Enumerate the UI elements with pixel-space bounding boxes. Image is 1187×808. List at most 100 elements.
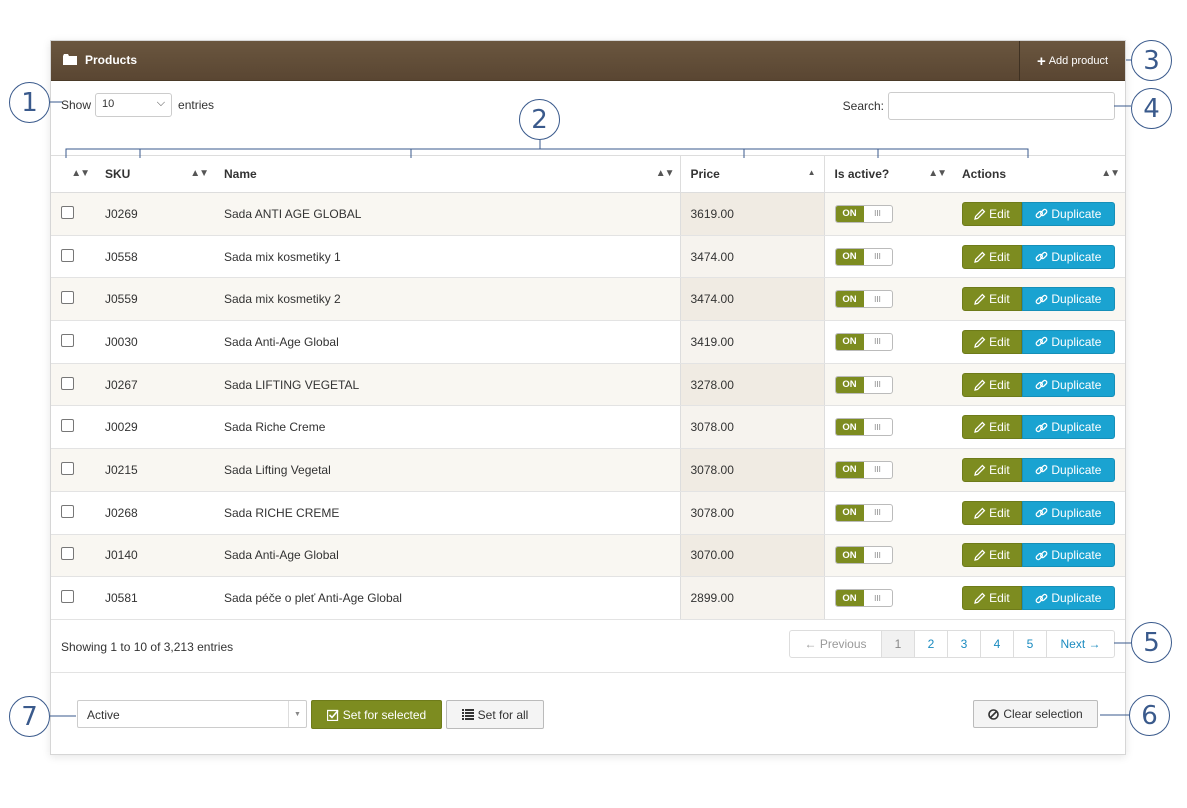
duplicate-button[interactable]: Duplicate bbox=[1021, 415, 1115, 440]
plus-icon: + bbox=[1036, 52, 1046, 70]
active-toggle[interactable]: ON III bbox=[834, 460, 893, 479]
toggle-on-label: ON bbox=[835, 590, 864, 607]
page-button-3[interactable]: 3 bbox=[947, 631, 980, 657]
sku-cell: J0581 bbox=[95, 576, 214, 620]
dropdown-arrow-icon: ▼ bbox=[288, 701, 306, 727]
sku-cell: J0268 bbox=[95, 491, 214, 535]
clear-selection-button[interactable]: Clear selection bbox=[973, 700, 1098, 728]
pencil-icon bbox=[974, 251, 986, 263]
duplicate-button[interactable]: Duplicate bbox=[1021, 287, 1115, 312]
active-toggle[interactable]: ON III bbox=[834, 546, 893, 565]
duplicate-button[interactable]: Duplicate bbox=[1021, 500, 1115, 525]
column-header-actions[interactable]: Actions ▲▼ bbox=[952, 155, 1125, 193]
row-checkbox[interactable] bbox=[61, 376, 74, 390]
duplicate-button[interactable]: Duplicate bbox=[1021, 329, 1115, 354]
pencil-icon bbox=[974, 592, 986, 604]
actions-cell: Edit Duplicate bbox=[952, 405, 1125, 450]
page-length-value: 10 bbox=[102, 98, 115, 110]
active-toggle[interactable]: ON III bbox=[834, 332, 893, 351]
active-toggle[interactable]: ON III bbox=[834, 418, 893, 437]
active-cell: ON III bbox=[824, 277, 952, 322]
link-icon bbox=[1035, 550, 1048, 561]
row-checkbox[interactable] bbox=[61, 547, 74, 561]
table-row: J0559 Sada mix kosmetiky 2 3474.00 ON III Edi… bbox=[51, 277, 1125, 322]
row-checkbox[interactable] bbox=[61, 590, 74, 604]
edit-button[interactable]: Edit bbox=[962, 543, 1022, 568]
edit-label: Edit bbox=[989, 377, 1010, 392]
search-label: Search: bbox=[842, 99, 884, 113]
next-page-button[interactable]: Next → bbox=[1046, 631, 1114, 657]
column-header-name[interactable]: Name ▲▼ bbox=[214, 155, 680, 193]
page-button-4[interactable]: 4 bbox=[980, 631, 1013, 657]
row-checkbox[interactable] bbox=[61, 419, 74, 433]
pencil-icon bbox=[974, 293, 986, 306]
name-cell: Sada mix kosmetiky 1 bbox=[214, 235, 680, 279]
duplicate-button[interactable]: Duplicate bbox=[1021, 457, 1115, 482]
duplicate-button[interactable]: Duplicate bbox=[1021, 586, 1115, 611]
edit-button[interactable]: Edit bbox=[962, 287, 1022, 312]
column-header-sku[interactable]: SKU ▲▼ bbox=[95, 155, 214, 193]
sku-cell: J0029 bbox=[95, 405, 214, 450]
page-button-2[interactable]: 2 bbox=[914, 631, 947, 657]
duplicate-button[interactable]: Duplicate bbox=[1021, 372, 1115, 397]
duplicate-label: Duplicate bbox=[1051, 462, 1102, 477]
active-toggle[interactable]: ON III bbox=[834, 375, 893, 394]
select-cell bbox=[51, 448, 95, 492]
sku-cell: J0267 bbox=[95, 363, 214, 407]
active-toggle[interactable]: ON III bbox=[834, 589, 893, 608]
set-for-all-button[interactable]: Set for all bbox=[446, 700, 544, 729]
folder-icon bbox=[63, 54, 77, 65]
row-checkbox[interactable] bbox=[61, 504, 74, 518]
name-cell: Sada Anti-Age Global bbox=[214, 534, 680, 578]
active-toggle[interactable]: ON III bbox=[834, 204, 893, 223]
duplicate-label: Duplicate bbox=[1051, 249, 1102, 264]
table-row: J0267 Sada LIFTING VEGETAL 3278.00 ON III Edi… bbox=[51, 363, 1125, 407]
sort-icon: ▲▼ bbox=[1101, 168, 1120, 179]
edit-label: Edit bbox=[989, 292, 1010, 307]
edit-button[interactable]: Edit bbox=[962, 201, 1022, 226]
row-checkbox[interactable] bbox=[61, 205, 74, 219]
select-cell bbox=[51, 192, 95, 236]
checkbox-checked-icon bbox=[326, 709, 339, 721]
search-input[interactable] bbox=[888, 92, 1115, 120]
pencil-icon bbox=[974, 336, 986, 348]
pencil-icon bbox=[974, 379, 986, 391]
sort-icon: ▲▼ bbox=[928, 168, 947, 179]
edit-button[interactable]: Edit bbox=[962, 244, 1022, 269]
active-toggle[interactable]: ON III bbox=[834, 290, 893, 309]
table-header-row: ▲▼ SKU ▲▼ Name ▲▼ Price ▲ Is active? ▲▼ Acti… bbox=[51, 155, 1125, 193]
page-button-5[interactable]: 5 bbox=[1013, 631, 1046, 657]
column-header-price[interactable]: Price ▲ bbox=[679, 155, 825, 193]
link-icon bbox=[1035, 593, 1048, 603]
active-toggle[interactable]: ON III bbox=[834, 503, 893, 522]
price-cell: 3070.00 bbox=[679, 534, 825, 578]
row-checkbox[interactable] bbox=[61, 333, 74, 347]
set-for-selected-button[interactable]: Set for selected bbox=[311, 700, 442, 729]
edit-button[interactable]: Edit bbox=[962, 457, 1022, 482]
duplicate-button[interactable]: Duplicate bbox=[1021, 244, 1115, 269]
duplicate-button[interactable]: Duplicate bbox=[1021, 201, 1115, 226]
row-checkbox[interactable] bbox=[61, 248, 74, 262]
previous-page-button[interactable]: ← Previous bbox=[790, 631, 881, 657]
add-product-button[interactable]: + Add product bbox=[1019, 41, 1125, 81]
page-button-1[interactable]: 1 bbox=[881, 631, 914, 657]
bulk-status-select[interactable]: Active ▼ bbox=[77, 700, 307, 728]
column-header-is-active[interactable]: Is active? ▲▼ bbox=[824, 155, 952, 193]
edit-button[interactable]: Edit bbox=[962, 415, 1022, 440]
row-checkbox[interactable] bbox=[61, 291, 74, 305]
toggle-on-label: ON bbox=[835, 333, 864, 350]
price-cell: 3619.00 bbox=[679, 192, 825, 236]
edit-button[interactable]: Edit bbox=[962, 329, 1022, 354]
toggle-grip-icon: III bbox=[874, 380, 881, 390]
price-cell: 3474.00 bbox=[679, 235, 825, 279]
duplicate-label: Duplicate bbox=[1051, 420, 1102, 435]
column-header-select[interactable]: ▲▼ bbox=[51, 155, 95, 193]
active-toggle[interactable]: ON III bbox=[834, 247, 893, 266]
page-length-select[interactable]: 10 ⌵ bbox=[95, 93, 173, 117]
edit-button[interactable]: Edit bbox=[962, 372, 1022, 397]
duplicate-button[interactable]: Duplicate bbox=[1021, 543, 1115, 568]
edit-button[interactable]: Edit bbox=[962, 586, 1022, 611]
edit-button[interactable]: Edit bbox=[962, 500, 1022, 525]
callout-1: 1 bbox=[9, 82, 50, 123]
row-checkbox[interactable] bbox=[61, 461, 74, 475]
